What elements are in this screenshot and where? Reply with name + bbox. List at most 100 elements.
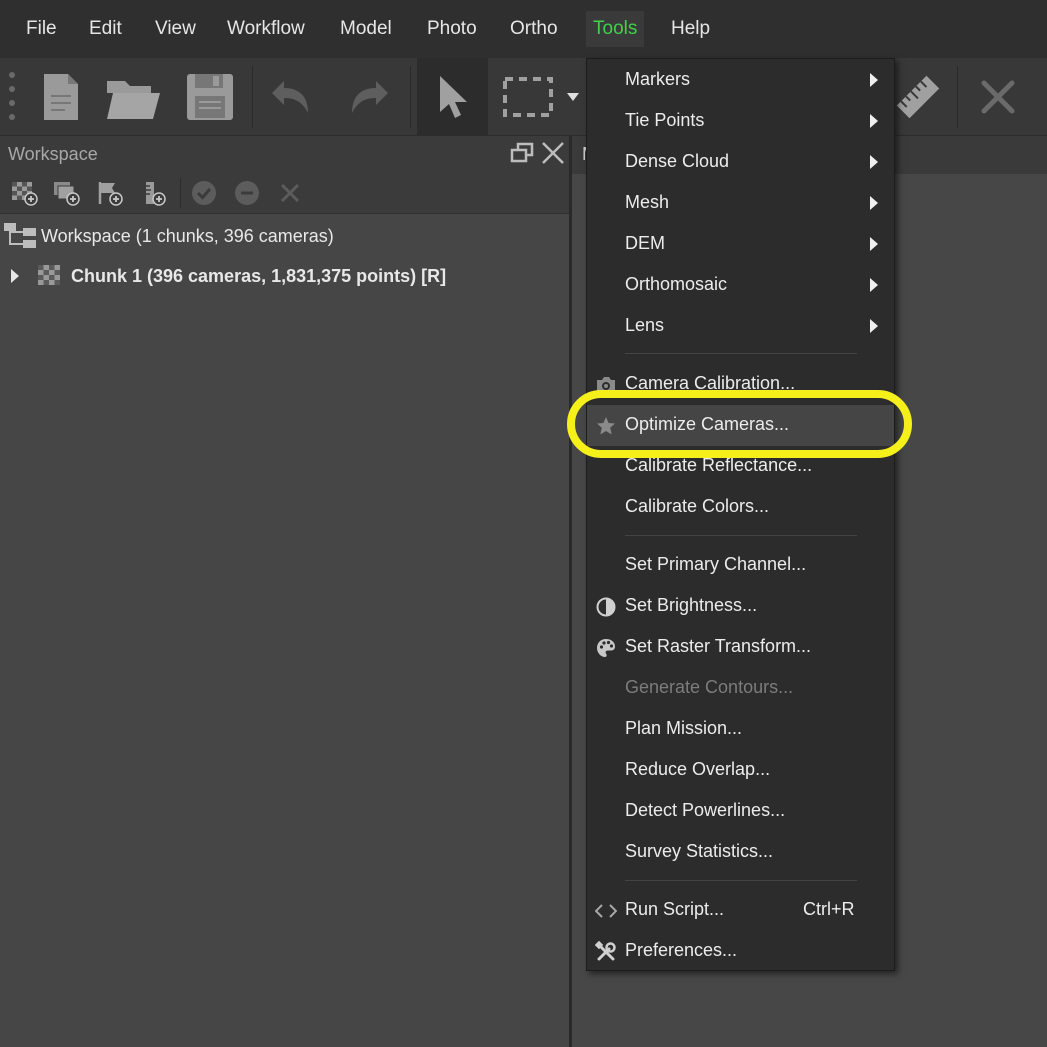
submenu-arrow-icon xyxy=(870,155,878,169)
workspace-tree-icon xyxy=(3,222,37,255)
redo-icon[interactable] xyxy=(340,58,396,136)
menu-item-label: Dense Cloud xyxy=(625,151,730,171)
workspace-titlebar: Workspace xyxy=(0,136,569,172)
menu-item-label: Camera Calibration... xyxy=(625,373,796,393)
remove-x-icon[interactable] xyxy=(276,179,304,207)
workspace-toolbar xyxy=(0,172,569,214)
menu-file[interactable]: File xyxy=(26,0,57,58)
add-chunk-icon[interactable] xyxy=(10,179,38,207)
new-document-icon[interactable] xyxy=(34,58,86,136)
menu-separator xyxy=(625,535,857,536)
menu-item-label: Set Raster Transform... xyxy=(625,636,812,656)
disable-minus-icon[interactable] xyxy=(233,179,261,207)
menu-item-markers[interactable]: Markers xyxy=(587,60,894,101)
menu-view[interactable]: View xyxy=(155,0,196,58)
tools-icon xyxy=(595,941,617,963)
menu-item-orthomosaic[interactable]: Orthomosaic xyxy=(587,265,894,306)
menu-item-camera-calibration[interactable]: Camera Calibration... xyxy=(587,364,894,405)
add-photos-icon[interactable] xyxy=(52,179,80,207)
menu-item-shortcut: Ctrl+R xyxy=(803,899,855,919)
menu-item-set-raster-transform[interactable]: Set Raster Transform... xyxy=(587,627,894,668)
ruler-icon[interactable] xyxy=(893,58,943,136)
menu-item-plan-mission[interactable]: Plan Mission... xyxy=(587,709,894,750)
palette-icon xyxy=(595,637,617,659)
menu-item-label: Set Primary Channel... xyxy=(625,554,807,574)
delete-icon[interactable] xyxy=(970,58,1026,136)
undo-icon[interactable] xyxy=(264,58,320,136)
chunk-icon xyxy=(38,265,60,290)
menu-item-reduce-overlap[interactable]: Reduce Overlap... xyxy=(587,750,894,791)
expand-arrow-icon[interactable] xyxy=(10,268,20,289)
submenu-arrow-icon xyxy=(870,278,878,292)
menu-photo[interactable]: Photo xyxy=(427,0,477,58)
workspace-title: Workspace xyxy=(8,144,98,164)
menu-item-label: Orthomosaic xyxy=(625,274,728,294)
menu-model[interactable]: Model xyxy=(340,0,392,58)
menu-item-optimize-cameras[interactable]: Optimize Cameras... xyxy=(587,405,894,446)
float-panel-icon[interactable] xyxy=(510,142,534,169)
submenu-arrow-icon xyxy=(870,319,878,333)
submenu-arrow-icon xyxy=(870,196,878,210)
rectangle-selection-icon[interactable] xyxy=(495,58,561,136)
tree-item-workspace[interactable]: Workspace (1 chunks, 396 cameras) xyxy=(0,220,569,254)
workspace-panel: Workspace Workspace (1 chunks, 396 camer… xyxy=(0,136,569,1047)
menu-ortho[interactable]: Ortho xyxy=(510,0,558,58)
menu-item-label: Set Brightness... xyxy=(625,595,758,615)
menu-item-survey-statistics[interactable]: Survey Statistics... xyxy=(587,832,894,873)
menu-item-label: Survey Statistics... xyxy=(625,841,774,861)
dropdown-arrow-icon[interactable] xyxy=(562,58,584,136)
menu-help[interactable]: Help xyxy=(671,0,710,58)
chunk-label: Chunk 1 (396 cameras, 1,831,375 points) … xyxy=(71,266,447,286)
menu-item-label: Preferences... xyxy=(625,940,738,960)
menu-item-tie-points[interactable]: Tie Points xyxy=(587,101,894,142)
menu-item-label: Generate Contours... xyxy=(625,677,794,697)
toolbar-grip-icon[interactable] xyxy=(4,58,20,136)
tools-dropdown-menu: Markers Tie Points Dense Cloud Mesh DEM … xyxy=(586,58,895,971)
add-scalebar-icon[interactable] xyxy=(140,179,168,207)
enable-check-icon[interactable] xyxy=(190,179,218,207)
menu-item-label: Run Script... xyxy=(625,899,725,919)
menu-edit[interactable]: Edit xyxy=(89,0,122,58)
menu-item-calibrate-reflectance[interactable]: Calibrate Reflectance... xyxy=(587,446,894,487)
workspace-root-label: Workspace (1 chunks, 396 cameras) xyxy=(41,226,334,246)
menu-item-lens[interactable]: Lens xyxy=(587,306,894,347)
menu-item-label: DEM xyxy=(625,233,665,253)
contrast-icon xyxy=(595,596,617,618)
menu-item-run-script[interactable]: Run Script... Ctrl+R xyxy=(587,890,894,931)
star-icon xyxy=(595,415,617,437)
menu-item-label: Calibrate Reflectance... xyxy=(625,455,813,475)
menu-separator xyxy=(625,353,857,354)
submenu-arrow-icon xyxy=(870,73,878,87)
menu-separator xyxy=(625,880,857,881)
menu-item-set-primary-channel[interactable]: Set Primary Channel... xyxy=(587,545,894,586)
open-folder-icon[interactable] xyxy=(102,58,164,136)
menu-item-label: Tie Points xyxy=(625,110,705,130)
menu-bar: File Edit View Workflow Model Photo Orth… xyxy=(0,0,1047,58)
menu-tools[interactable]: Tools xyxy=(586,11,645,47)
menu-item-dem[interactable]: DEM xyxy=(587,224,894,265)
menu-item-label: Markers xyxy=(625,69,691,89)
tree-item-chunk[interactable]: Chunk 1 (396 cameras, 1,831,375 points) … xyxy=(0,260,569,294)
menu-item-label: Mesh xyxy=(625,192,670,212)
menu-item-label: Calibrate Colors... xyxy=(625,496,770,516)
camera-icon xyxy=(595,374,617,396)
menu-item-set-brightness[interactable]: Set Brightness... xyxy=(587,586,894,627)
menu-item-label: Plan Mission... xyxy=(625,718,743,738)
menu-item-generate-contours: Generate Contours... xyxy=(587,668,894,709)
menu-item-detect-powerlines[interactable]: Detect Powerlines... xyxy=(587,791,894,832)
menu-item-label: Optimize Cameras... xyxy=(625,414,790,434)
save-icon[interactable] xyxy=(180,58,240,136)
submenu-arrow-icon xyxy=(870,237,878,251)
menu-item-calibrate-colors[interactable]: Calibrate Colors... xyxy=(587,487,894,528)
menu-item-mesh[interactable]: Mesh xyxy=(587,183,894,224)
menu-item-dense-cloud[interactable]: Dense Cloud xyxy=(587,142,894,183)
menu-workflow[interactable]: Workflow xyxy=(227,0,305,58)
close-panel-icon[interactable] xyxy=(540,140,566,171)
add-marker-icon[interactable] xyxy=(95,179,123,207)
navigation-arrow-icon[interactable] xyxy=(417,58,488,136)
menu-item-preferences[interactable]: Preferences... xyxy=(587,931,894,972)
menu-item-label: Detect Powerlines... xyxy=(625,800,786,820)
menu-item-label: Lens xyxy=(625,315,665,335)
code-icon xyxy=(595,900,617,922)
submenu-arrow-icon xyxy=(870,114,878,128)
